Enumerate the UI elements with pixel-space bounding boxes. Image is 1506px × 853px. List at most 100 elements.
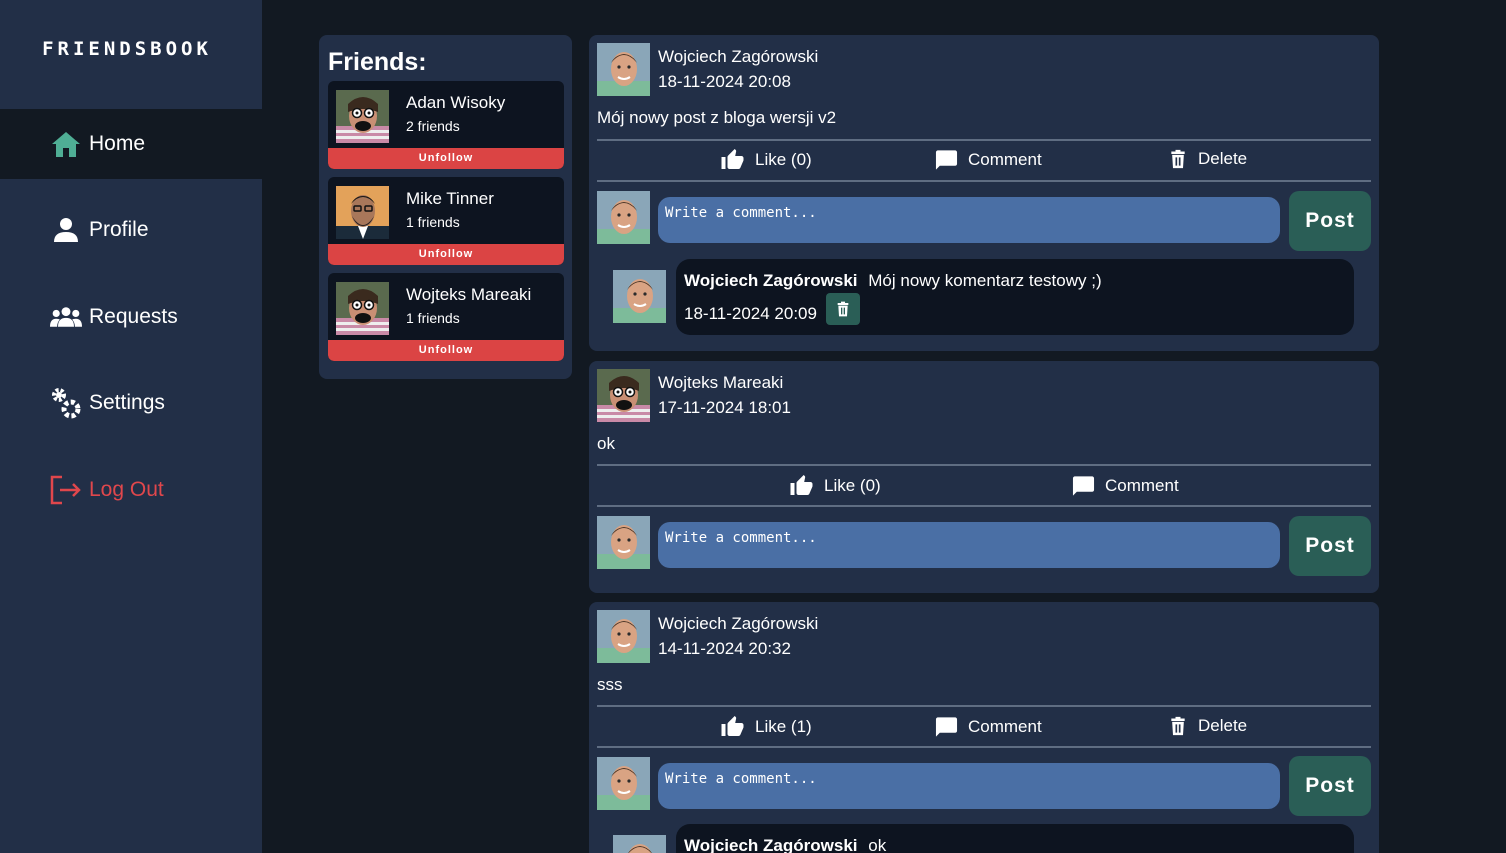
avatar [597, 516, 650, 569]
post-author[interactable]: Wojteks Mareaki [658, 373, 783, 393]
divider [597, 505, 1371, 507]
avatar [336, 282, 389, 335]
avatar[interactable] [597, 369, 650, 422]
delete-label: Delete [1198, 149, 1248, 168]
comment-input[interactable] [658, 197, 1280, 243]
trash-icon [1168, 148, 1188, 170]
friend-count: 1 friends [406, 310, 460, 326]
comment-label: Comment [1105, 476, 1179, 495]
thumb-up-icon [789, 474, 814, 498]
comment-label: Comment [968, 150, 1042, 169]
post-date: 18-11-2024 20:08 [658, 72, 791, 91]
post-comment-button[interactable]: Post [1289, 191, 1371, 251]
thumb-up-icon [720, 148, 745, 172]
comment-date: 18-11-2024 20:09 [684, 304, 817, 323]
divider [597, 705, 1371, 707]
post-author[interactable]: Wojciech Zagórowski [658, 614, 818, 634]
comment-author[interactable]: Wojciech Zagórowski [684, 271, 858, 290]
divider [597, 139, 1371, 141]
like-label: Like (1) [755, 717, 812, 736]
gears-icon [50, 387, 82, 419]
avatar [597, 757, 650, 810]
delete-comment-button[interactable] [826, 293, 860, 325]
thumb-up-icon [720, 715, 745, 739]
like-button[interactable]: Like (0) [720, 148, 812, 172]
person-icon [50, 214, 82, 246]
post-card: Wojciech Zagórowski 14-11-2024 20:32 sss… [589, 602, 1379, 853]
comment-author[interactable]: Wojciech Zagórowski [684, 836, 858, 853]
avatar [336, 90, 389, 143]
comment-input[interactable] [658, 522, 1280, 568]
post-date: 14-11-2024 20:32 [658, 639, 791, 658]
comment-text: Mój nowy komentarz testowy ;) [868, 271, 1102, 290]
avatar [597, 191, 650, 244]
home-icon [50, 128, 82, 160]
comment-item: Wojciech Zagórowski ok [676, 824, 1354, 853]
friend-card[interactable]: Wojteks Mareaki 1 friends Unfollow [328, 273, 564, 361]
comment-button[interactable]: Comment [1072, 474, 1179, 498]
sidebar: FRIENDSBOOK Home Profile Requests Settin… [0, 0, 262, 853]
friend-count: 1 friends [406, 214, 460, 230]
avatar [613, 270, 666, 323]
group-icon [50, 301, 82, 333]
divider [597, 180, 1371, 182]
sidebar-item-label: Home [89, 132, 146, 155]
logout-icon [50, 474, 82, 506]
avatar [336, 186, 389, 239]
like-label: Like (0) [755, 150, 812, 169]
comment-button[interactable]: Comment [935, 148, 1042, 172]
sidebar-item-profile[interactable]: Profile [0, 195, 262, 265]
friend-count: 2 friends [406, 118, 460, 134]
trash-icon [835, 300, 851, 318]
friend-card[interactable]: Mike Tinner 1 friends Unfollow [328, 177, 564, 265]
trash-icon [1168, 715, 1188, 737]
sidebar-item-label: Log Out [89, 478, 164, 501]
like-label: Like (0) [824, 476, 881, 495]
avatar[interactable] [597, 610, 650, 663]
like-button[interactable]: Like (0) [789, 474, 881, 498]
friends-title: Friends: [328, 48, 427, 76]
sidebar-item-label: Requests [89, 305, 178, 328]
friend-name[interactable]: Mike Tinner [406, 189, 494, 209]
sidebar-item-home[interactable]: Home [0, 109, 262, 179]
comment-button[interactable]: Comment [935, 715, 1042, 739]
post-card: Wojciech Zagórowski 18-11-2024 20:08 Mój… [589, 35, 1379, 351]
unfollow-button[interactable]: Unfollow [328, 340, 564, 361]
friend-card[interactable]: Adan Wisoky 2 friends Unfollow [328, 81, 564, 169]
post-date: 17-11-2024 18:01 [658, 398, 791, 417]
post-comment-button[interactable]: Post [1289, 516, 1371, 576]
friends-panel: Friends: Adan Wisoky 2 friends Unfollow … [319, 35, 572, 379]
sidebar-item-logout[interactable]: Log Out [0, 455, 262, 525]
app-logo[interactable]: FRIENDSBOOK [0, 38, 254, 60]
sidebar-item-requests[interactable]: Requests [0, 282, 262, 352]
comment-text: ok [868, 836, 887, 853]
unfollow-button[interactable]: Unfollow [328, 148, 564, 169]
post-card: Wojteks Mareaki 17-11-2024 18:01 ok Like… [589, 361, 1379, 593]
avatar[interactable] [597, 43, 650, 96]
comment-icon [935, 715, 958, 739]
friend-name[interactable]: Adan Wisoky [406, 93, 505, 113]
sidebar-item-settings[interactable]: Settings [0, 368, 262, 438]
sidebar-item-label: Profile [89, 218, 149, 241]
comment-author-line: Wojciech Zagórowski ok [684, 836, 886, 853]
friend-name[interactable]: Wojteks Mareaki [406, 285, 531, 305]
comment-label: Comment [968, 717, 1042, 736]
divider [597, 464, 1371, 466]
unfollow-button[interactable]: Unfollow [328, 244, 564, 265]
comment-author-line: Wojciech Zagórowski Mój nowy komentarz t… [684, 271, 1102, 291]
sidebar-item-label: Settings [89, 391, 165, 414]
delete-button[interactable]: Delete [1168, 715, 1247, 737]
post-text: sss [597, 675, 623, 694]
post-author[interactable]: Wojciech Zagórowski [658, 47, 818, 67]
divider [597, 746, 1371, 748]
comment-icon [1072, 474, 1095, 498]
avatar [613, 835, 666, 853]
post-text: ok [597, 434, 615, 453]
like-button[interactable]: Like (1) [720, 715, 812, 739]
post-comment-button[interactable]: Post [1289, 756, 1371, 816]
delete-button[interactable]: Delete [1168, 148, 1247, 170]
delete-label: Delete [1198, 716, 1248, 735]
comment-item: Wojciech Zagórowski Mój nowy komentarz t… [676, 259, 1354, 335]
comment-input[interactable] [658, 763, 1280, 809]
comment-icon [935, 148, 958, 172]
